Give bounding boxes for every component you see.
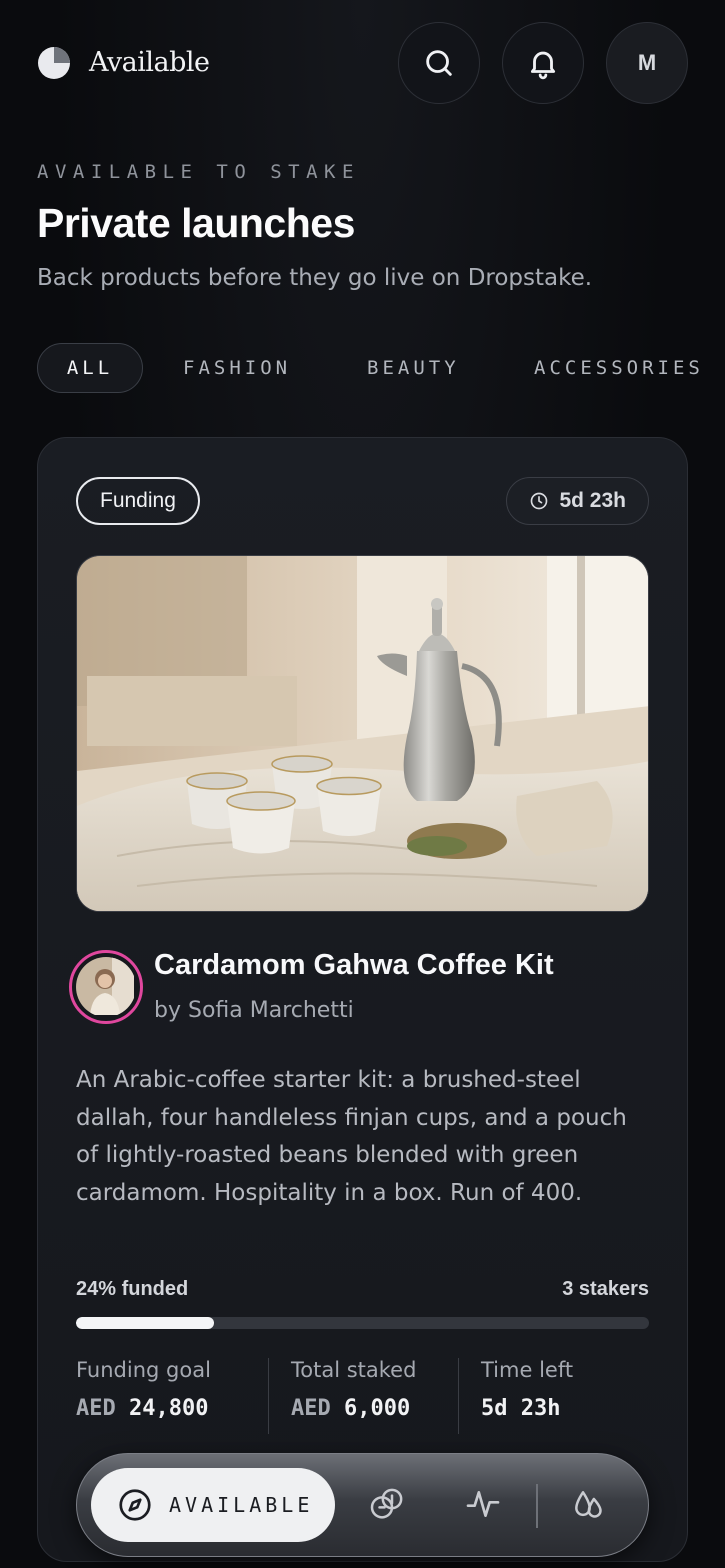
nav-item-available[interactable]: AVAILABLE — [91, 1468, 335, 1542]
filter-fashion[interactable]: FASHION — [183, 343, 291, 393]
drops-icon — [575, 1491, 602, 1518]
avatar-initial: M — [637, 50, 657, 75]
product-image[interactable] — [76, 555, 649, 912]
page-subtitle: Back products before they go live on Dro… — [37, 265, 593, 291]
nav-item-label: AVAILABLE — [169, 1493, 314, 1517]
stat-label: Time left — [481, 1358, 574, 1382]
product-description: An Arabic-coffee starter kit: a brushed-… — [76, 1067, 627, 1206]
stakers-count: 3 stakers — [562, 1278, 649, 1300]
top-bar: Available M — [37, 22, 688, 104]
nav-divider — [536, 1484, 538, 1528]
nav-item-drops[interactable] — [568, 1484, 608, 1524]
nav-item-staked[interactable] — [367, 1484, 407, 1524]
stat-label: Funding goal — [76, 1358, 211, 1382]
search-icon — [426, 50, 452, 76]
clock-icon — [531, 492, 548, 510]
filter-all[interactable]: ALL — [37, 343, 143, 393]
stat-funding-goal: Funding goal AED 24,800 — [76, 1358, 268, 1434]
stat-amount: 5d 23h — [481, 1396, 561, 1421]
search-button[interactable] — [398, 22, 480, 104]
stat-value: AED 24,800 — [76, 1396, 268, 1421]
brand-logo-icon — [37, 44, 71, 80]
stat-total-staked: Total staked AED 6,000 — [268, 1358, 460, 1434]
funded-percent: 24% funded — [76, 1278, 189, 1300]
filter-accessories[interactable]: ACCESSORIES — [534, 343, 704, 393]
stat-value: 5d 23h — [481, 1396, 651, 1421]
creator-avatar[interactable] — [69, 950, 143, 1024]
stat-time-left: Time left 5d 23h — [458, 1358, 651, 1434]
funding-progress-row: 24% funded 3 stakers — [76, 1278, 649, 1306]
stat-currency: AED — [76, 1396, 116, 1421]
nav-item-activity[interactable] — [463, 1484, 503, 1524]
creator-byline[interactable]: by Sofia Marchetti — [154, 998, 354, 1023]
bottom-nav: AVAILABLE — [76, 1453, 649, 1557]
stat-amount: 6,000 — [344, 1396, 411, 1421]
brand-name: Available — [89, 46, 210, 78]
stat-amount: 24,800 — [129, 1396, 209, 1421]
filter-beauty[interactable]: BEAUTY — [367, 343, 460, 393]
category-filters: ALL FASHION BEAUTY ACCESSORIES — [37, 343, 725, 393]
bell-icon — [530, 51, 556, 80]
page-title: Private launches — [37, 200, 355, 246]
funding-progress-bar — [76, 1317, 649, 1329]
status-badge: Funding — [76, 477, 200, 525]
time-remaining-text: 5d 23h — [559, 489, 626, 512]
time-remaining-badge: 5d 23h — [506, 477, 649, 525]
profile-avatar-button[interactable]: M — [606, 22, 688, 104]
funding-progress-fill — [76, 1317, 214, 1329]
funding-stats: Funding goal AED 24,800 Total staked AED… — [76, 1358, 649, 1434]
brand[interactable]: Available — [37, 44, 210, 80]
launch-card[interactable]: Funding 5d 23h Cardamom Gahwa Coffee Kit… — [37, 437, 688, 1562]
activity-icon — [466, 1491, 500, 1517]
notifications-button[interactable] — [502, 22, 584, 104]
compass-icon — [119, 1489, 151, 1521]
product-title[interactable]: Cardamom Gahwa Coffee Kit — [154, 949, 554, 982]
coins-icon — [370, 1488, 403, 1519]
stat-label: Total staked — [291, 1358, 417, 1382]
stat-currency: AED — [291, 1396, 331, 1421]
section-eyebrow: AVAILABLE TO STAKE — [37, 161, 360, 183]
stat-value: AED 6,000 — [291, 1396, 460, 1421]
